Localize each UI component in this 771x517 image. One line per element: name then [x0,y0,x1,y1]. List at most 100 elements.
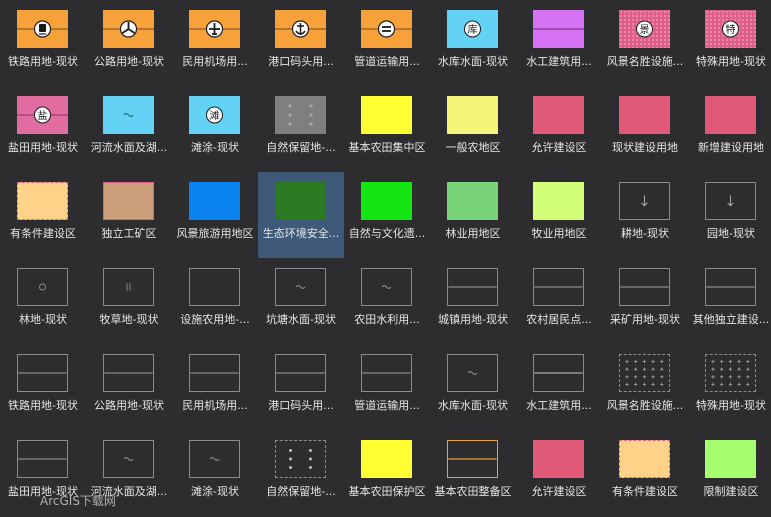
symbol-item[interactable]: 限制建设区 [688,430,771,516]
symbol-item[interactable]: 水工建筑用... [516,0,602,86]
symbol-item[interactable]: 盐盐田用地-现状 [0,86,86,172]
symbol-label: 滩涂-现状 [191,141,239,154]
swatch-icon [17,182,68,220]
symbol-label: 耕地-现状 [621,227,669,240]
line-icon [447,440,498,478]
symbol-item[interactable]: 公路用地-现状 [86,0,172,86]
symbol-label: 牧草地-现状 [99,313,159,326]
symbol-item[interactable]: 耕地-现状 [602,172,688,258]
symbol-item[interactable]: 铁路用地-现状 [0,344,86,430]
symbol-label: 允许建设区 [531,141,587,154]
symbol-label: 农村居民点... [526,313,592,326]
symbol-item[interactable]: 景风景名胜设施... [602,0,688,86]
symbol-item[interactable]: 港口码头用... [258,0,344,86]
symbol-item[interactable]: 铁路用地-现状 [0,0,86,86]
symbol-label: 牧业用地区 [531,227,587,240]
symbol-item[interactable]: 风景名胜设施... [602,344,688,430]
symbol-item[interactable]: 基本农田保护区 [344,430,430,516]
symbol-item[interactable]: 允许建设区 [516,430,602,516]
symbol-item[interactable]: 特特殊用地-现状 [688,0,771,86]
tidal-flat-icon: 滩 [189,96,240,134]
swatch-icon [533,182,584,220]
symbol-item[interactable]: 库水库水面-现状 [430,0,516,86]
symbol-item[interactable]: 林地-现状 [0,258,86,344]
line-icon [103,354,154,392]
symbol-label: 港口码头用... [268,399,334,412]
symbol-item[interactable]: 公路用地-现状 [86,344,172,430]
symbol-label: 基本农田保护区 [348,485,426,498]
symbol-item[interactable]: 基本农田集中区 [344,86,430,172]
line-icon [533,268,584,306]
symbol-item[interactable]: 其他独立建设... [688,258,771,344]
symbol-item[interactable]: 独立工矿区 [86,172,172,258]
symbol-label: 有条件建设区 [10,227,76,240]
symbol-item[interactable]: 农田水利用... [344,258,430,344]
symbol-label: 特殊用地-现状 [696,55,766,68]
anchor-icon [275,10,326,48]
symbol-label: 公路用地-现状 [94,399,164,412]
symbol-item[interactable]: 一般农地区 [430,86,516,172]
symbol-item[interactable]: 滩滩涂-现状 [172,86,258,172]
pause-icon [103,268,154,306]
symbol-item[interactable]: 采矿用地-现状 [602,258,688,344]
svg-text:盐: 盐 [38,109,48,122]
symbol-item[interactable]: 水库水面-现状 [430,344,516,430]
symbol-label: 水工建筑用... [526,55,592,68]
symbol-item[interactable]: 林业用地区 [430,172,516,258]
road-icon [103,10,154,48]
symbol-item[interactable]: 民用机场用... [172,344,258,430]
symbol-item[interactable]: 生态环境安全... [258,172,344,258]
symbol-item[interactable]: 自然与文化遗... [344,172,430,258]
symbol-item[interactable]: 管道运输用... [344,0,430,86]
symbol-item[interactable]: 坑塘水面-现状 [258,258,344,344]
symbol-item[interactable]: 允许建设区 [516,86,602,172]
symbol-item[interactable]: 农村居民点... [516,258,602,344]
symbol-label: 限制建设区 [703,485,759,498]
svg-text:滩: 滩 [210,109,220,122]
symbol-label: 风景旅游用地区 [176,227,254,240]
symbol-label: 风景名胜设施... [606,399,684,412]
swatch-icon [275,182,326,220]
symbol-item[interactable]: 自然保留地-... [258,430,344,516]
outline-icon [189,268,240,306]
wave-icon [103,440,154,478]
hydraulic-icon [533,10,584,48]
symbol-item[interactable]: 管道运输用... [344,344,430,430]
plus-grid-icon [619,354,670,392]
symbol-item[interactable]: 设施农用地-... [172,258,258,344]
wave-icon [275,268,326,306]
wave-icon [447,354,498,392]
symbol-item[interactable]: 基本农田整备区 [430,430,516,516]
symbol-item[interactable]: 风景旅游用地区 [172,172,258,258]
symbol-item[interactable]: 港口码头用... [258,344,344,430]
symbol-label: 风景名胜设施... [606,55,684,68]
symbol-label: 城镇用地-现状 [438,313,508,326]
symbol-item[interactable]: 自然保留地-... [258,86,344,172]
symbol-label: 坑塘水面-现状 [266,313,336,326]
symbol-label: 林业用地区 [445,227,501,240]
wave-icon [189,440,240,478]
swatch-icon [103,182,154,220]
symbol-item[interactable]: 牧业用地区 [516,172,602,258]
symbol-item[interactable]: 现状建设用地 [602,86,688,172]
symbol-item[interactable]: 滩涂-现状 [172,430,258,516]
symbol-item[interactable]: 河流水面及湖... [86,86,172,172]
swatch-icon [189,182,240,220]
symbol-item[interactable]: 牧草地-现状 [86,258,172,344]
symbol-item[interactable]: 新增建设用地 [688,86,771,172]
symbol-item[interactable]: 城镇用地-现状 [430,258,516,344]
swatch-icon [705,96,756,134]
symbol-label: 设施农用地-... [180,313,250,326]
svg-text:库: 库 [468,23,478,36]
symbol-label: 管道运输用... [354,55,420,68]
symbol-label: 采矿用地-现状 [610,313,680,326]
symbol-item[interactable]: 水工建筑用... [516,344,602,430]
symbol-item[interactable]: 园地-现状 [688,172,771,258]
symbol-label: 基本农田集中区 [348,141,426,154]
symbol-item[interactable]: 民用机场用... [172,0,258,86]
symbol-item[interactable]: 有条件建设区 [0,172,86,258]
symbol-label: 农田水利用... [354,313,420,326]
symbol-item[interactable]: 特殊用地-现状 [688,344,771,430]
circle-icon [17,268,68,306]
symbol-item[interactable]: 有条件建设区 [602,430,688,516]
